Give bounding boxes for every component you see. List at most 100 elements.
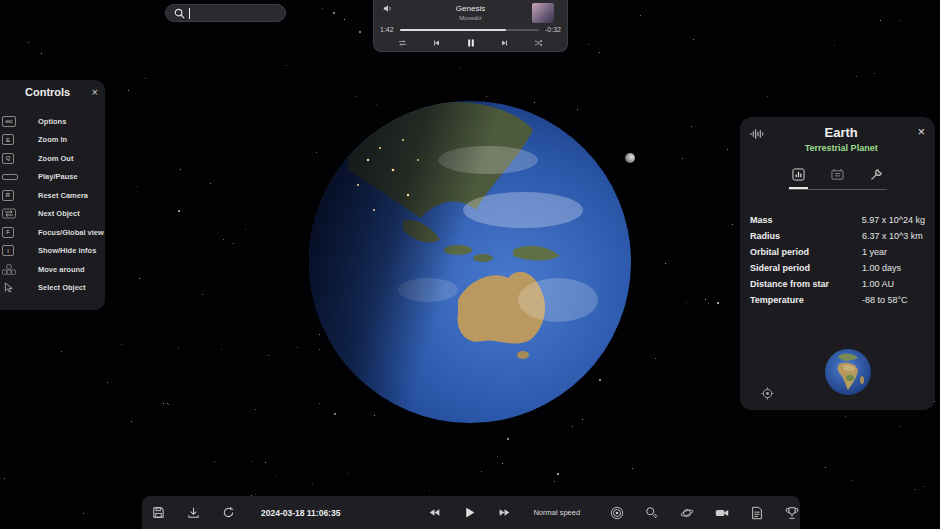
star [275, 475, 276, 476]
repeat-icon[interactable] [398, 39, 407, 47]
progress-row: 1:42-0:32 [380, 26, 561, 33]
star [708, 303, 709, 304]
next-icon[interactable] [500, 39, 509, 47]
control-item: Move around [2, 260, 105, 279]
controls-title: Controls [25, 86, 70, 98]
control-label: Play/Pause [38, 172, 78, 181]
star [557, 473, 559, 475]
star [880, 20, 881, 21]
property-label: Orbital period [750, 247, 862, 257]
tab-key-icon [2, 208, 16, 219]
star [251, 461, 252, 462]
labels-icon[interactable] [645, 506, 659, 520]
property-label: Radius [750, 231, 862, 241]
close-button[interactable]: × [92, 87, 98, 98]
property-value: -88 to 58°C [862, 295, 908, 305]
space-scene[interactable]: GenesisMovediz1:42-0:32Controls×escOptio… [0, 0, 940, 529]
star [915, 489, 916, 490]
star [732, 224, 733, 225]
download-icon[interactable] [187, 506, 200, 519]
star [41, 53, 42, 54]
progress-bar[interactable] [400, 29, 539, 31]
star [136, 186, 137, 187]
info-tab[interactable] [867, 163, 886, 189]
object-type: Terrestrial Planet [805, 143, 878, 153]
volume-icon[interactable] [383, 4, 393, 13]
star [665, 263, 666, 264]
star [319, 403, 320, 404]
star [268, 355, 269, 356]
orbits-icon[interactable] [610, 506, 624, 520]
cursor-icon [2, 282, 16, 293]
star [202, 294, 203, 295]
speed-label[interactable]: Normal speed [533, 508, 580, 517]
planet-thumbnail[interactable] [824, 348, 872, 396]
document-icon[interactable] [750, 506, 764, 520]
close-button[interactable]: × [917, 125, 925, 138]
earth-globe[interactable] [308, 100, 632, 424]
play-icon[interactable] [463, 506, 476, 519]
star [359, 31, 361, 33]
trophy-icon[interactable] [785, 506, 799, 520]
video-camera-icon[interactable] [715, 506, 729, 520]
wrench-icon [870, 168, 883, 181]
star [502, 463, 503, 464]
star [582, 419, 583, 420]
star [163, 403, 164, 404]
property-row: Sideral period1.00 days [750, 260, 925, 276]
object-name: Earth [825, 125, 858, 140]
star [374, 415, 375, 416]
audio-wave-icon[interactable] [750, 128, 765, 140]
star [312, 484, 313, 485]
info-footer [750, 350, 925, 402]
info-tab[interactable] [789, 163, 808, 189]
key-icon: F [2, 227, 14, 238]
star [168, 404, 169, 405]
key-cell: I [2, 245, 38, 256]
star [655, 358, 656, 359]
key-icon: Q [2, 153, 14, 164]
property-row: Distance from star1.00 AU [750, 276, 925, 292]
refresh-icon[interactable] [222, 506, 235, 519]
star [210, 183, 211, 184]
track-title: Genesis [456, 4, 485, 14]
info-tab[interactable] [828, 163, 847, 189]
star [924, 486, 925, 487]
key-cell [2, 208, 38, 219]
save-icon[interactable] [152, 506, 165, 519]
star [460, 68, 461, 69]
property-value: 1.00 AU [862, 279, 894, 289]
star [599, 52, 600, 53]
star [588, 44, 589, 45]
spacebar-icon [2, 174, 18, 180]
star [481, 471, 482, 472]
control-label: Focus/Global view [38, 228, 104, 237]
planet-ring-icon[interactable] [680, 506, 694, 520]
control-label: Reset Camera [38, 191, 88, 200]
star [705, 299, 706, 300]
star [297, 347, 298, 348]
star [4, 478, 5, 479]
search-field[interactable] [165, 4, 286, 22]
moon[interactable] [625, 153, 635, 163]
star [376, 104, 377, 105]
info-panel: EarthTerrestrial Planet×Mass5.97 x 10^24… [740, 117, 935, 410]
key-icon: I [2, 245, 14, 256]
target-icon[interactable] [761, 387, 774, 400]
star [61, 351, 62, 352]
fast-forward-icon[interactable] [498, 506, 511, 519]
star [107, 382, 108, 383]
track-info: GenesisMovediz [414, 4, 527, 23]
star [577, 109, 578, 110]
pause-icon[interactable] [466, 38, 476, 48]
previous-icon[interactable] [432, 39, 441, 47]
info-titles: Earth Terrestrial Planet [765, 125, 917, 153]
key-cell: E [2, 134, 38, 145]
star [845, 416, 846, 417]
shuffle-icon[interactable] [534, 39, 543, 47]
star [131, 421, 132, 422]
control-label: Move around [38, 265, 85, 274]
star [355, 96, 356, 97]
sim-datetime[interactable]: 2024-03-18 11:06:35 [261, 508, 340, 518]
rewind-icon[interactable] [428, 506, 441, 519]
